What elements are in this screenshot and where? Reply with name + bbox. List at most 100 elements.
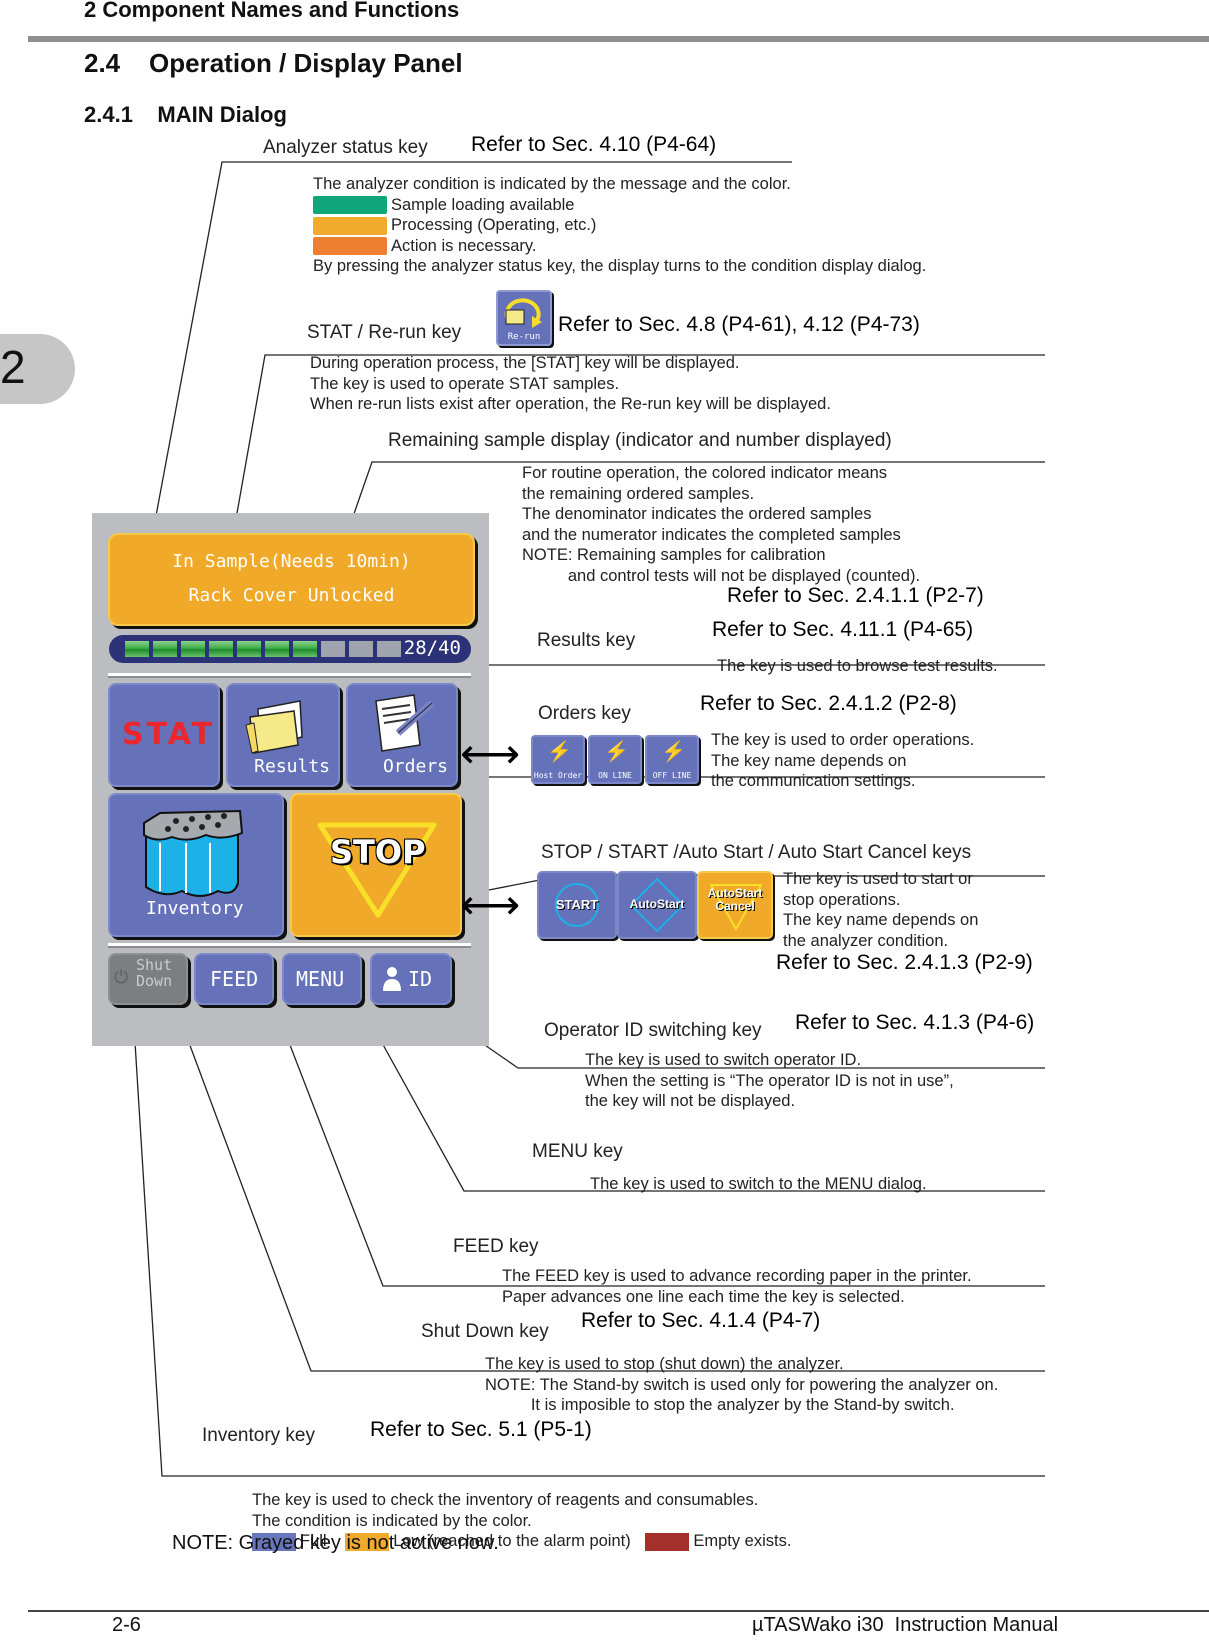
feed-key-label: FEED [210,967,259,991]
stat-rerun-ref[interactable]: Refer to Sec. 4.8 (P4-61), 4.12 (P4-73) [558,313,920,337]
results-key-callout-label: Results key [537,630,636,651]
person-icon [383,967,401,991]
stat-key[interactable]: STAT [108,683,220,787]
status-legend-loading: Sample loading available [313,195,926,216]
legend-swatch [313,196,387,215]
remaining-sample-indicator: 28/40 [109,635,471,663]
shutdown-key[interactable]: ⏻ Shut Down [108,953,188,1005]
shutdown-callout-label: Shut Down key [421,1321,549,1342]
orders-key-callout-label: Orders key [538,703,631,724]
inventory-callout-label: Inventory key [202,1425,315,1446]
progress-segment-filled [125,641,149,657]
orders-key-label: Orders [382,756,448,777]
lightning-icon: ⚡ [547,741,572,763]
power-icon: ⏻ [114,967,129,988]
analyzer-status-key[interactable]: In Sample(Needs 10min) Rack Cover Unlock… [108,533,475,626]
operator-id-key[interactable]: ID [370,953,452,1005]
stop-start-callout-label: STOP / START /Auto Start / Auto Start Ca… [541,842,972,863]
analyzer-status-ref[interactable]: Refer to Sec. 4.10 (P4-64) [471,133,716,157]
progress-segment-filled [153,641,177,657]
orders-key[interactable]: Orders [346,683,458,787]
orders-desc: The key is used to order operations. The… [711,731,975,790]
menu-key-label: MENU [296,967,345,991]
feed-desc: The FEED key is used to advance recordin… [502,1267,972,1306]
progress-segment-filled [181,641,205,657]
inventory-key[interactable]: Inventory [108,793,284,937]
feed-callout-label: FEED key [453,1236,539,1257]
autostart-cancel-key-variant: AutoStart Cancel [697,871,773,939]
reagent-container-icon [143,809,244,897]
inventory-legend-empty: Empty exists. [645,1532,791,1551]
remaining-sample-ref[interactable]: Refer to Sec. 2.4.1.1 (P2-7) [727,584,984,608]
inventory-key-label: Inventory [146,898,244,919]
menu-callout-label: MENU key [532,1141,623,1162]
stop-start-desc: The key is used to start or stop operati… [783,870,979,950]
operator-id-ref[interactable]: Refer to Sec. 4.1.3 (P4-6) [795,1011,1034,1035]
remaining-sample-desc: For routine operation, the colored indic… [522,464,921,585]
legend-swatch [313,216,387,235]
subsection-title: 2.4.1 MAIN Dialog [84,102,287,127]
shutdown-desc: The key is used to stop (shut down) the … [485,1355,999,1414]
progress-segment-filled [209,641,233,657]
chapter-tab-number: 2 [0,341,26,393]
rerun-key-icon: Re-run [496,290,552,346]
page-number: 2-6 [112,1614,141,1636]
online-key-variant: ⚡ ON LINE [588,735,642,784]
results-key-label: Results [254,756,330,777]
lightning-icon: ⚡ [661,741,686,763]
footer-rule [28,1610,1209,1612]
operator-id-desc: The key is used to switch operator ID. W… [585,1051,954,1110]
operator-id-callout-label: Operator ID switching key [544,1020,762,1041]
stop-start-ref[interactable]: Refer to Sec. 2.4.1.3 (P2-9) [776,951,1033,975]
order-sheet-icon [375,694,435,752]
status-legend-processing: Processing (Operating, etc.) [313,215,926,236]
menu-desc: The key is used to switch to the MENU di… [590,1175,927,1193]
section-title: 2.4 Operation / Display Panel [84,48,463,78]
analyzer-status-desc: The analyzer condition is indicated by t… [313,175,927,275]
progress-segment-filled [237,641,261,657]
progress-segment-filled [265,641,289,657]
status-message-line2: Rack Cover Unlocked [188,585,395,606]
results-ref[interactable]: Refer to Sec. 4.11.1 (P4-65) [712,618,973,642]
progress-segment-empty [377,641,401,657]
manual-title: µTASWako i30 Instruction Manual [752,1614,1059,1636]
orders-ref[interactable]: Refer to Sec. 2.4.1.2 (P2-8) [700,692,957,716]
analyzer-status-label: Analyzer status key [263,137,428,158]
feed-key[interactable]: FEED [194,953,274,1005]
progress-segment-filled [293,641,317,657]
panel-divider-bottom [108,943,471,948]
host-order-key-variant: ⚡ Host Order [531,735,585,784]
shutdown-key-label: Shut Down [136,956,173,990]
stop-key-label: STOP [330,833,426,871]
stat-rerun-desc: During operation process, the [STAT] key… [310,354,831,413]
stop-key[interactable]: STOP [290,793,462,937]
rerun-arrow-icon [504,298,542,328]
stat-rerun-label: STAT / Re-run key [307,322,462,343]
header-rule [28,36,1209,42]
lightning-icon: ⚡ [604,741,629,763]
status-message-line1: In Sample(Needs 10min) [172,551,411,572]
double-arrow-icon: ⟷ [460,730,521,777]
menu-key[interactable]: MENU [282,953,362,1005]
legend-swatch [645,1532,690,1551]
start-key-variant: START [537,871,617,939]
operator-id-key-label: ID [408,967,433,991]
results-desc: The key is used to browse test results. [717,657,998,675]
shutdown-ref[interactable]: Refer to Sec. 4.1.4 (P4-7) [581,1309,820,1333]
chapter-title: 2 Component Names and Functions [84,0,460,22]
inventory-ref[interactable]: Refer to Sec. 5.1 (P5-1) [370,1418,592,1442]
stat-key-label: STAT [122,717,216,752]
double-arrow-icon: ⟷ [460,881,521,928]
remaining-sample-label: Remaining sample display (indicator and … [388,430,892,451]
main-dialog-panel: In Sample(Needs 10min) Rack Cover Unlock… [92,513,489,1046]
offline-key-variant: ⚡ OFF LINE [645,735,699,784]
autostart-key-variant: AutoStart [617,871,697,939]
status-legend-action: Action is necessary. [313,236,926,257]
results-key[interactable]: Results [226,683,340,787]
folder-icon [245,700,303,754]
legend-swatch [313,237,387,256]
panel-divider [108,673,471,678]
remaining-sample-count: 28/40 [403,637,461,659]
grayed-key-note: NOTE: Grayed key is not active now. [172,1532,499,1554]
progress-segment-empty [349,641,373,657]
